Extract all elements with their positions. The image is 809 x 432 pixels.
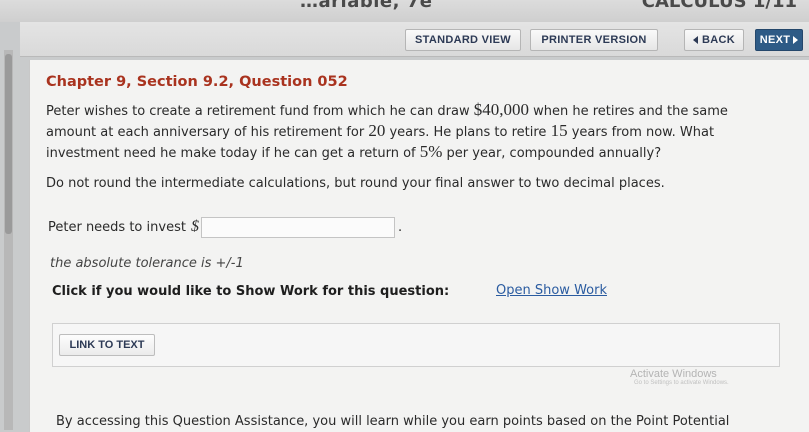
back-button[interactable]: BACK [684,29,744,51]
printer-version-label: PRINTER VERSION [541,34,647,46]
show-work-prompt: Click if you would like to Show Work for… [52,284,450,299]
back-label: BACK [702,34,735,46]
question-text-part: years. He plans to retire [385,125,551,140]
back-arrow-icon [693,36,698,44]
activate-windows-watermark: Activate Windows [630,368,717,380]
scrollbar-thumb[interactable] [5,54,12,234]
link-to-text-label: LINK TO TEXT [69,339,145,351]
retirement-years: 20 [368,121,386,140]
standard-view-button[interactable]: STANDARD VIEW [405,29,521,51]
standard-view-label: STANDARD VIEW [415,34,511,46]
question-title: Chapter 9, Section 9.2, Question 052 [46,74,348,90]
link-to-text-button[interactable]: LINK TO TEXT [59,334,155,356]
question-text-part: when he retires and the same [529,104,728,119]
course-name-fragment: CALCULUS 1/11 [641,0,797,12]
question-assistance-box: LINK TO TEXT [52,323,780,367]
activate-windows-subtext: Go to Settings to activate Windows. [634,380,729,386]
browser-top-strip: …ariable, 7e CALCULUS 1/11 [0,0,809,22]
question-text-part: years from now. What [567,125,715,140]
currency-symbol: $ [190,218,199,235]
years-until-retirement: 15 [550,121,568,140]
open-show-work-link[interactable]: Open Show Work [496,283,607,298]
question-text: Peter wishes to create a retirement fund… [46,100,791,163]
next-arrow-icon [793,36,799,44]
question-text-part: per year, compounded annually? [442,146,662,161]
next-label: NEXT [759,34,791,46]
question-text-part: Peter wishes to create a retirement fund… [46,104,474,119]
question-assistance-note: By accessing this Question Assistance, y… [56,414,730,429]
interest-rate: 5% [419,142,443,161]
course-title-fragment: …ariable, 7e [300,0,433,12]
rounding-instructions: Do not round the intermediate calculatio… [46,176,665,191]
answer-label: Peter needs to invest [48,219,186,235]
answer-row: Peter needs to invest $ . [48,216,402,238]
printer-version-button[interactable]: PRINTER VERSION [530,29,658,51]
question-text-part: investment need he make today if he can … [46,146,420,161]
left-scrollbar[interactable] [4,50,13,430]
next-button[interactable]: NEXT [755,29,803,51]
answer-suffix: . [397,219,403,235]
tolerance-note: the absolute tolerance is +/-1 [50,256,244,271]
question-text-part: amount at each anniversary of his retire… [46,125,369,140]
answer-input[interactable] [200,216,395,238]
question-toolbar: STANDARD VIEW PRINTER VERSION BACK NEXT [20,22,809,57]
withdrawal-amount: $40,000 [473,100,529,119]
question-panel: Chapter 9, Section 9.2, Question 052 Pet… [29,60,809,432]
